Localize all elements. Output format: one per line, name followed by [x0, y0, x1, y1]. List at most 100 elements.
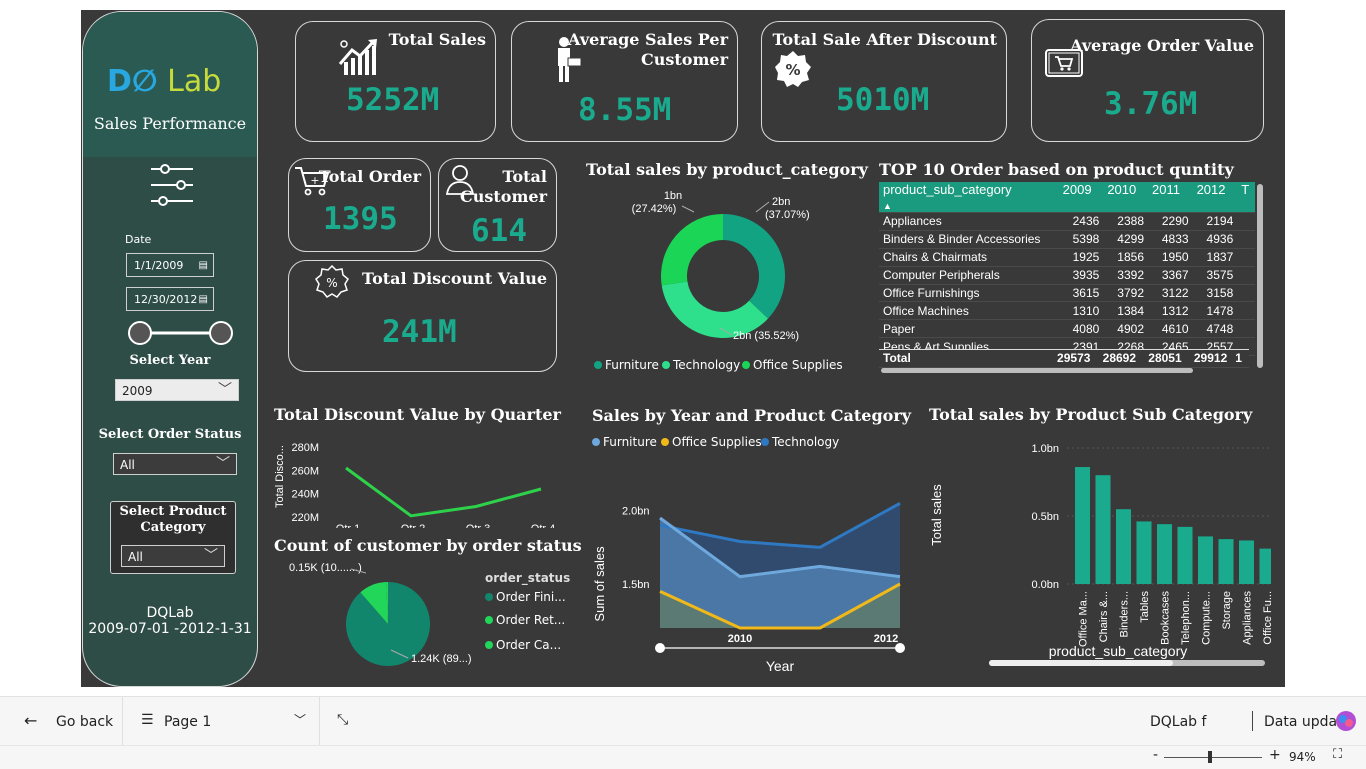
order-status-pie-chart[interactable]: 0.15K (10.......) 1.24K (89...): [276, 558, 486, 673]
kpi-value: 614: [471, 213, 527, 249]
year-dropdown[interactable]: 2009 ﹀: [115, 379, 239, 401]
x-tick-label: Chairs &...: [1098, 591, 1110, 642]
kpi-total-customer[interactable]: Total Customer 614: [438, 158, 557, 252]
table-row[interactable]: Binders & Binder Accessories 5398 4299 4833…: [879, 230, 1255, 249]
order-status-dropdown[interactable]: All ﹀: [113, 453, 237, 475]
go-back-button[interactable]: Go back: [56, 714, 113, 730]
table-cell: 3122: [1148, 284, 1193, 303]
table-row[interactable]: Office Machines 1310 1384 1312 1478: [879, 301, 1255, 321]
table-cell: 4610: [1148, 319, 1193, 339]
table-row[interactable]: Computer Peripherals 3935 3392 3367 3575: [879, 266, 1255, 285]
zoom-slider[interactable]: [1164, 757, 1262, 758]
x-tick-label: Qtr 4: [531, 523, 555, 528]
kpi-title: Total Customer: [460, 167, 547, 206]
table-cell: 4833: [1148, 230, 1193, 249]
kpi-average-order-value[interactable]: Average Order Value 3.76M: [1031, 19, 1264, 142]
discount-quarter-line-chart[interactable]: Total Disco... 280M 260M 240M 220M Qtr 1 Qtr…: [271, 428, 581, 528]
collapse-icon[interactable]: ⤡: [337, 712, 348, 728]
bar: [1095, 475, 1111, 584]
select-category-label: Select Product Category: [119, 504, 227, 535]
status-legend-cancelled[interactable]: Order Ca...: [485, 638, 561, 652]
top10-vertical-scrollbar[interactable]: [1257, 184, 1263, 368]
table-cell: 4902: [1103, 319, 1148, 339]
table-cell: 5398: [1058, 230, 1104, 249]
row-label: Chairs & Chairmats: [879, 248, 1059, 267]
page-selector[interactable]: Page 1: [164, 714, 211, 730]
kpi-total-discount[interactable]: % Total Discount Value 241M: [288, 260, 557, 372]
table-cell: 2388: [1103, 212, 1148, 231]
calendar-icon[interactable]: ▤: [199, 254, 208, 278]
y-tick-label: 220M: [291, 512, 319, 524]
table-cell: 1950: [1148, 248, 1193, 267]
status-legend-returned[interactable]: Order Ret...: [485, 613, 565, 627]
area-legend-technology[interactable]: Technology: [761, 435, 839, 449]
table-row[interactable]: Paper 4080 4902 4610 4748: [879, 319, 1255, 339]
status-legend-finished[interactable]: Order Fini...: [485, 590, 566, 604]
donut-legend-office-supplies[interactable]: Office Supplies: [742, 358, 843, 372]
top10-total-row: Total 29573 28692 28051 29912 1: [879, 349, 1249, 368]
table-cell: 3792: [1103, 284, 1148, 303]
category-donut-chart[interactable]: 1bn (27.42%) 2bn (37.07%) 2bn (35.52%): [586, 182, 856, 362]
zoom-slider-handle[interactable]: [1208, 751, 1212, 763]
date-range-slider[interactable]: [127, 319, 235, 347]
copilot-icon[interactable]: [1335, 710, 1357, 732]
bar: [1136, 521, 1152, 584]
table-row[interactable]: Appliances 2436 2388 2290 2194: [879, 212, 1255, 231]
category-dropdown[interactable]: All ﹀: [121, 545, 225, 567]
column-header[interactable]: 2011: [1148, 182, 1193, 213]
date-label: Date: [125, 233, 152, 246]
sales-year-area-chart[interactable]: Sum of sales 2.0bn 1.5bn 2010 2012 Year: [586, 460, 916, 675]
y-tick-label: 260M: [291, 465, 319, 477]
slider-handle-end: [209, 321, 233, 345]
data-updated-label: Data upda: [1264, 714, 1338, 730]
table-cell: 3367: [1148, 266, 1193, 285]
back-arrow-icon[interactable]: ←: [24, 711, 37, 730]
table-cell: 3935: [1058, 266, 1104, 285]
column-header[interactable]: T: [1237, 182, 1255, 213]
x-tick-label: Tables: [1139, 591, 1151, 623]
chevron-down-icon: ﹀: [216, 456, 230, 472]
column-header[interactable]: 2010: [1103, 182, 1148, 213]
table-cell: 1837: [1192, 248, 1238, 267]
kpi-total-order[interactable]: + Total Order 1395: [288, 158, 431, 252]
kpi-average-sales[interactable]: Average Sales Per Customer 8.55M: [511, 21, 738, 142]
table-cell: [1237, 212, 1255, 231]
dashboard-canvas: D∅ Lab Sales Performance Date 1/1/2009 ▤ …: [81, 10, 1285, 687]
area-legend-furniture[interactable]: Furniture: [592, 435, 657, 449]
top10-horizontal-scrollbar[interactable]: [881, 368, 1193, 373]
table-cell: 3615: [1058, 284, 1104, 303]
table-row[interactable]: Office Furnishings 3615 3792 3122 3158: [879, 284, 1255, 303]
column-header[interactable]: 2009: [1058, 182, 1104, 213]
donut-legend-technology[interactable]: Technology: [662, 358, 740, 372]
bar: [1218, 539, 1234, 584]
kpi-value: 5010M: [836, 82, 930, 118]
top10-table[interactable]: product_sub_category ▲ 2009 2010 2011 201…: [879, 182, 1255, 368]
x-tick-label: 2012: [874, 633, 898, 645]
chevron-down-icon[interactable]: ﹀: [294, 711, 306, 728]
table-row[interactable]: Chairs & Chairmats 1925 1856 1950 1837: [879, 248, 1255, 267]
fit-to-page-icon[interactable]: ⛶: [1333, 747, 1342, 762]
donut-legend-furniture[interactable]: Furniture: [594, 358, 659, 372]
date-to-input[interactable]: 12/30/2012 ▤: [126, 287, 214, 311]
zoom-in-button[interactable]: +: [1269, 747, 1281, 763]
column-header[interactable]: product_sub_category ▲: [879, 182, 1059, 213]
area-legend-office-supplies[interactable]: Office Supplies: [661, 435, 762, 449]
row-label: Computer Peripherals: [879, 266, 1059, 285]
subcat-bar-chart[interactable]: Total sales 1.0bn 0.5bn 0.0bn Office Ma...…: [921, 428, 1271, 668]
source-link[interactable]: DQLab f: [1150, 714, 1206, 730]
x-tick-label: Qtr 1: [336, 523, 360, 528]
table-cell: 1310: [1058, 301, 1104, 321]
table-cell: [1237, 301, 1255, 321]
kpi-total-sales[interactable]: Total Sales 5252M: [295, 21, 496, 142]
table-cell: [1237, 319, 1255, 339]
kpi-sale-after-discount[interactable]: % Total Sale After Discount 5010M: [761, 21, 1007, 142]
total-cell: 28692: [1094, 350, 1141, 368]
x-tick-label: Storage: [1221, 591, 1233, 630]
date-from-input[interactable]: 1/1/2009 ▤: [126, 253, 214, 277]
zoom-out-button[interactable]: -: [1153, 747, 1158, 763]
column-header[interactable]: 2012: [1192, 182, 1238, 213]
calendar-icon[interactable]: ▤: [199, 288, 208, 312]
subcat-y-label: Total sales: [929, 484, 944, 546]
report-footer-bar: ← Go back ☰ Page 1 ﹀ ⤡ DQLab f Data upda…: [0, 696, 1366, 769]
kpi-title: Average Sales Per Customer: [568, 30, 728, 69]
